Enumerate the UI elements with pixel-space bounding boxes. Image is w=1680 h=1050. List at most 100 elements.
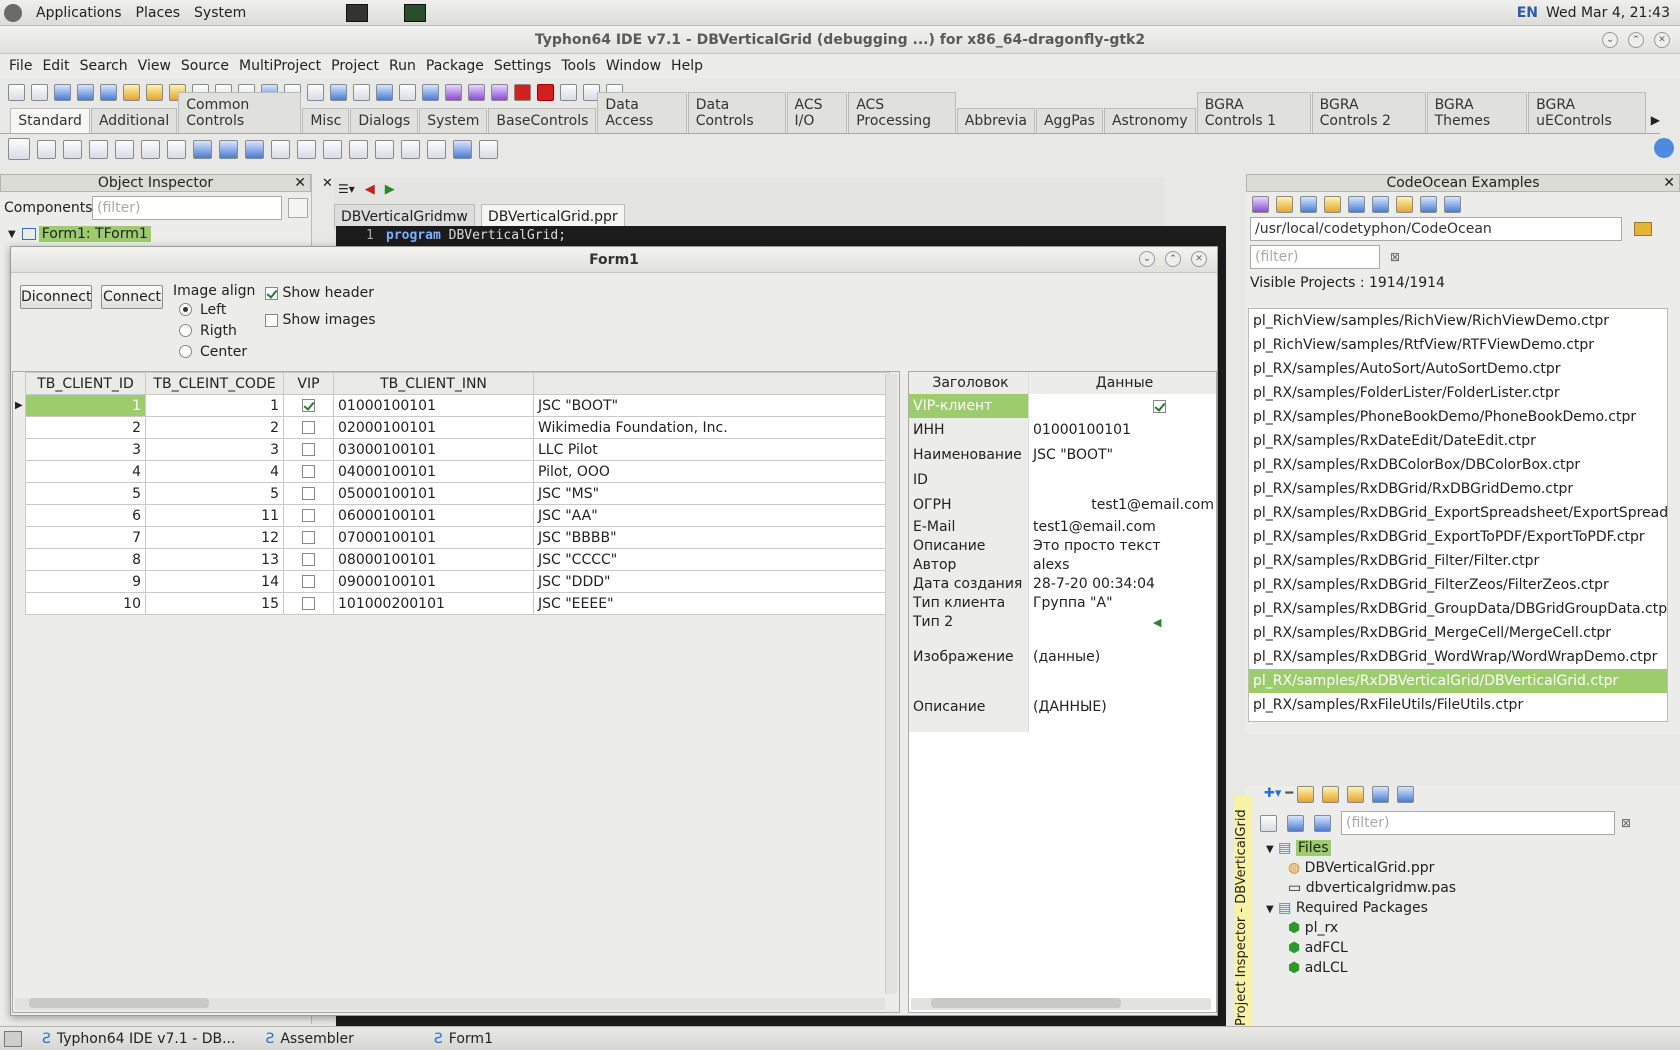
togglebox-component-icon[interactable] — [193, 139, 212, 159]
cell-id[interactable]: 4 — [25, 460, 146, 483]
tree-file[interactable]: dbverticalgridmw.pas — [1306, 880, 1456, 896]
project-list-item[interactable]: pl_RX/samples/RxDBVerticalGrid/DBVertica… — [1249, 669, 1667, 693]
menu-applications[interactable]: Applications — [36, 5, 122, 21]
checkgroup-component-icon[interactable] — [401, 139, 420, 159]
tab-bgra-uecontrols[interactable]: BGRA uEControls — [1528, 92, 1646, 133]
table-row[interactable]: 9 14 09000100101 JSC "DDD" — [25, 570, 890, 593]
project-list-item[interactable]: pl_RX/samples/RxDBGrid_ExportToPDF/Expor… — [1249, 525, 1667, 549]
panel-component-icon[interactable] — [427, 139, 446, 159]
browse-folder-icon[interactable] — [1634, 222, 1652, 236]
show-images-checkbox[interactable]: Show images — [265, 312, 376, 328]
cell-inn[interactable]: 07000100101 — [333, 526, 534, 549]
menu-view[interactable]: View — [138, 58, 171, 74]
view-forms-icon[interactable] — [307, 83, 324, 101]
monitor-icon[interactable] — [422, 83, 439, 101]
table-row[interactable]: 5 5 05000100101 JSC "MS" — [25, 482, 890, 505]
terminal-launcher-icon[interactable] — [346, 3, 369, 22]
connect-button[interactable]: Connect — [101, 285, 163, 309]
vgrid-value[interactable]: JSC "BOOT" — [1029, 443, 1216, 468]
open-icon[interactable] — [54, 83, 71, 101]
tab-acs-io[interactable]: ACS I/O — [786, 92, 848, 133]
gear-icon[interactable] — [445, 83, 462, 101]
cell-name[interactable]: Pilot, OOO — [533, 460, 890, 483]
project-list[interactable]: pl_RichView/samples/RichView/RichViewDem… — [1248, 308, 1668, 722]
binoculars-icon[interactable] — [1420, 196, 1437, 213]
actionlist-component-icon[interactable] — [479, 139, 498, 159]
label-component-icon[interactable] — [115, 139, 134, 159]
project-list-item[interactable]: pl_RX/samples/RxDateEdit/DateEdit.ctpr — [1249, 429, 1667, 453]
brush-icon[interactable] — [1276, 196, 1293, 213]
project-list-item[interactable]: pl_RX/samples/RxDBGrid_ExportSpreadsheet… — [1249, 501, 1667, 525]
vip-checkbox[interactable] — [302, 487, 315, 500]
cell-id[interactable]: 1 — [25, 394, 146, 417]
cell-name[interactable]: JSC "DDD" — [533, 570, 890, 593]
listbox-component-icon[interactable] — [271, 139, 290, 159]
cell-id[interactable]: 10 — [25, 592, 146, 615]
tab-bgra-themes[interactable]: BGRA Themes — [1426, 92, 1528, 133]
back-arrow-icon[interactable]: ◀ — [365, 182, 375, 197]
codeocean-path-input[interactable]: /usr/local/codetyphon/CodeOcean — [1250, 217, 1622, 241]
cell-vip[interactable] — [283, 482, 334, 505]
align-center-radio[interactable]: Center — [173, 341, 255, 362]
list-icon[interactable] — [1397, 786, 1415, 803]
tab-data-access[interactable]: Data Access — [597, 92, 687, 133]
open-file-icon[interactable] — [1260, 814, 1277, 832]
replace-icon[interactable] — [100, 83, 117, 101]
tree-required-packages[interactable]: Required Packages — [1296, 900, 1428, 916]
table-row[interactable]: 6 11 06000100101 JSC "AA" — [25, 504, 890, 527]
project-open-icon[interactable] — [123, 83, 140, 101]
vgrid-value[interactable] — [1029, 394, 1216, 418]
grid-horizontal-scrollbar[interactable] — [15, 998, 885, 1010]
codeocean-filter-input[interactable]: (filter) — [1250, 245, 1380, 269]
table-row[interactable]: 3 3 03000100101 LLC Pilot — [25, 438, 890, 461]
close-button[interactable]: ✕ — [1654, 32, 1670, 48]
vip-checkbox[interactable] — [302, 421, 315, 434]
col-client-inn[interactable]: TB_CLIENT_INN — [333, 372, 534, 395]
run-icon[interactable] — [491, 83, 508, 101]
tree-view-icon[interactable] — [1287, 814, 1304, 832]
vgrid-value[interactable]: Это просто текст — [1029, 537, 1216, 556]
cell-vip[interactable] — [283, 394, 334, 417]
table-row[interactable]: 2 2 02000100101 Wikimedia Foundation, Inc. — [25, 416, 890, 439]
cell-vip[interactable] — [283, 504, 334, 527]
vgrid-value[interactable]: ◀ — [1029, 613, 1216, 632]
forward-arrow-icon[interactable]: ▶ — [385, 182, 395, 197]
vip-checkbox[interactable] — [302, 575, 315, 588]
edit-component-icon[interactable] — [141, 139, 160, 159]
cell-code[interactable]: 5 — [145, 482, 284, 505]
clear-filter-icon[interactable] — [288, 198, 308, 218]
cell-code[interactable]: 12 — [145, 526, 284, 549]
minimize-button[interactable]: ⌄ — [1602, 32, 1618, 48]
cell-code[interactable]: 1 — [145, 394, 284, 417]
sort-icon[interactable] — [1314, 814, 1331, 832]
button-component-icon[interactable] — [89, 139, 108, 159]
vgrid-value[interactable]: (ДАННЫЕ) — [1029, 682, 1216, 732]
table-row[interactable]: 7 12 07000100101 JSC "BBBB" — [25, 526, 890, 549]
cell-vip[interactable] — [283, 592, 334, 615]
project-list-item[interactable]: pl_RX/samples/RxDBGrid_WordWrap/WordWrap… — [1249, 645, 1667, 669]
memo-component-icon[interactable] — [167, 139, 186, 159]
radio-dot[interactable] — [179, 303, 192, 316]
system-monitor-icon[interactable] — [404, 3, 427, 22]
vgrid-row[interactable]: E-Mail test1@email.com — [909, 518, 1216, 537]
step-into-icon[interactable] — [560, 83, 577, 101]
show-header-checkbox[interactable]: Show header — [265, 285, 374, 301]
cell-code[interactable]: 11 — [145, 504, 284, 527]
cell-id[interactable]: 5 — [25, 482, 146, 505]
menu-edit[interactable]: Edit — [42, 58, 69, 74]
menu-multiproject[interactable]: MultiProject — [239, 58, 321, 74]
tree-package[interactable]: pl_rx — [1305, 920, 1338, 936]
cell-vip[interactable] — [283, 416, 334, 439]
editor-menu-icon[interactable]: ☰▾ — [338, 182, 355, 196]
checkbox-component-icon[interactable] — [219, 139, 238, 159]
expand-arrow-icon[interactable]: ▼ — [1266, 844, 1274, 855]
cell-code[interactable]: 14 — [145, 570, 284, 593]
menu-window[interactable]: Window — [606, 58, 661, 74]
options-icon[interactable] — [1444, 196, 1461, 213]
tab-system[interactable]: System — [419, 108, 488, 133]
cell-vip[interactable] — [283, 548, 334, 571]
find-icon[interactable] — [77, 83, 94, 101]
pointer-tool-icon[interactable] — [8, 138, 30, 160]
vgrid-row[interactable]: ID — [909, 468, 1216, 493]
col-client-code[interactable]: TB_CLEINT_CODE — [145, 372, 284, 395]
